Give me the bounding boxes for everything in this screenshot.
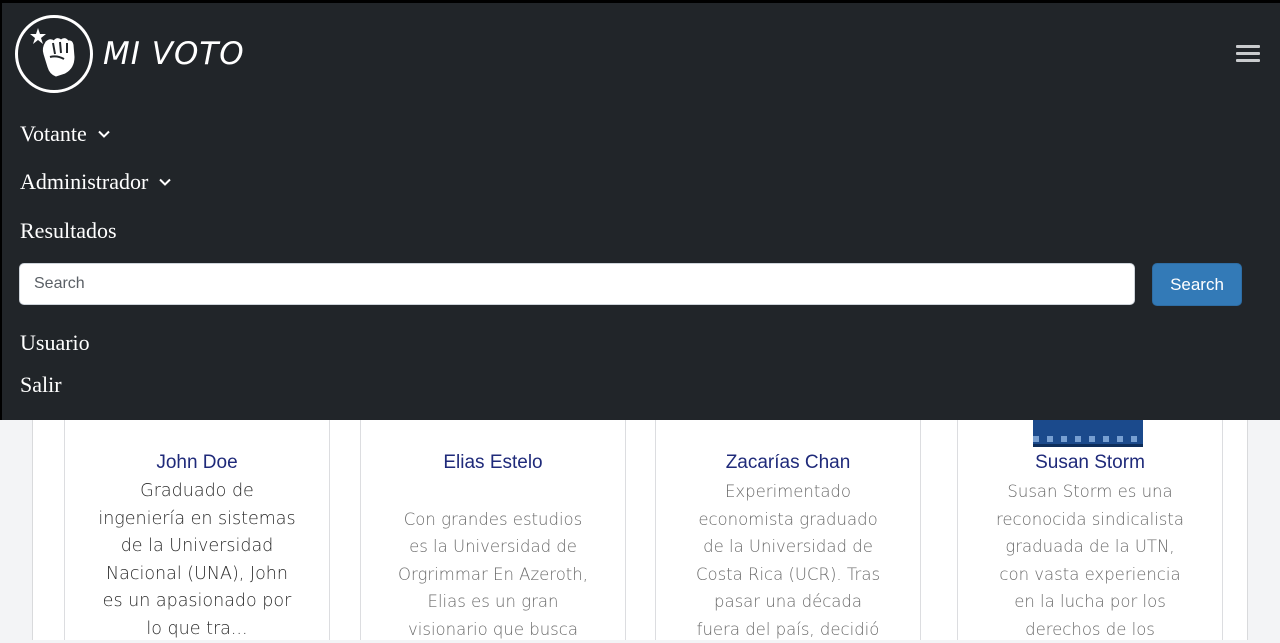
nav-item-label: Resultados <box>20 218 117 243</box>
nav-item-votante[interactable]: Votante <box>20 121 111 147</box>
nav-item-label: Votante <box>20 121 87 146</box>
candidate-description: Con grandes estudios es la Universidad d… <box>398 509 588 639</box>
candidate-name[interactable]: Elias Estelo <box>361 452 625 474</box>
brand-link[interactable]: MI VOTO <box>15 13 245 95</box>
candidate-description: Graduado de ingeniería en sistemas de la… <box>98 481 296 639</box>
candidate-name[interactable]: Susan Storm <box>958 452 1222 474</box>
nav-item-usuario[interactable]: Usuario <box>20 330 90 356</box>
candidate-description: Experimentado economista graduado de la … <box>695 482 881 639</box>
chevron-down-icon <box>98 130 110 138</box>
nav-item-administrador[interactable]: Administrador <box>20 169 172 195</box>
hamburger-menu-icon[interactable] <box>1236 45 1260 63</box>
nav-item-label: Administrador <box>20 169 149 194</box>
search-input[interactable] <box>19 263 1135 305</box>
nav-item-resultados[interactable]: Resultados <box>20 218 117 244</box>
brand-name: MI VOTO <box>103 36 245 72</box>
search-button[interactable]: Search <box>1152 263 1242 306</box>
navbar: MI VOTO Votante Administrador Resultados… <box>0 0 1280 420</box>
chevron-down-icon <box>159 178 172 186</box>
raised-fist-logo-icon <box>15 15 93 93</box>
candidate-name[interactable]: Zacarías Chan <box>656 452 920 474</box>
nav-item-salir[interactable]: Salir <box>20 372 62 398</box>
nav-item-label: Usuario <box>20 330 90 355</box>
candidate-description: Susan Storm es una reconocida sindicalis… <box>995 482 1184 639</box>
nav-item-label: Salir <box>20 372 62 397</box>
candidate-name[interactable]: John Doe <box>65 452 329 474</box>
